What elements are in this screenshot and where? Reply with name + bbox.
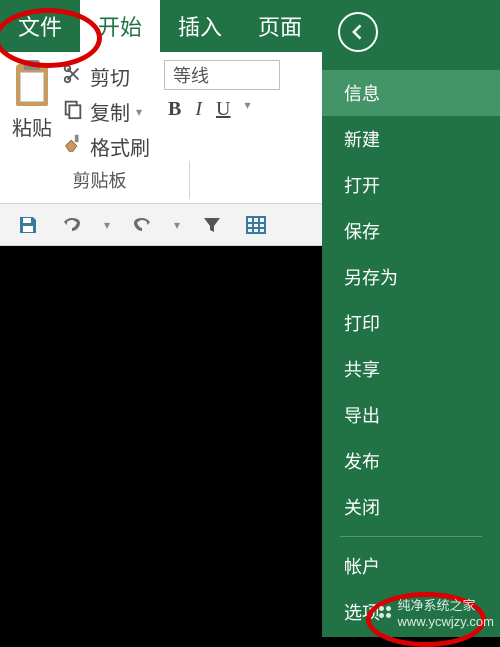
file-menu: 信息 新建 打开 保存 另存为 打印 共享 导出 发布 关闭 帐户 选项 bbox=[322, 0, 500, 637]
scissors-icon bbox=[62, 63, 84, 91]
quick-access-toolbar: ▾ ▾ bbox=[0, 204, 322, 246]
menu-save[interactable]: 保存 bbox=[322, 208, 500, 254]
copy-icon bbox=[62, 98, 84, 126]
watermark-url: www.ycwjzy.com bbox=[397, 614, 494, 629]
table-button[interactable] bbox=[244, 213, 268, 237]
dropdown-icon[interactable]: ▾ bbox=[174, 218, 180, 232]
brush-icon bbox=[62, 133, 84, 161]
watermark-title: 纯净系统之家 bbox=[397, 595, 494, 614]
menu-saveas[interactable]: 另存为 bbox=[322, 254, 500, 300]
dropdown-icon[interactable]: ▾ bbox=[104, 218, 110, 232]
format-painter-label: 格式刷 bbox=[90, 132, 150, 161]
redo-button[interactable] bbox=[130, 213, 154, 237]
back-button[interactable] bbox=[338, 12, 378, 52]
copy-label: 复制 bbox=[90, 97, 130, 126]
menu-info[interactable]: 信息 bbox=[322, 70, 500, 116]
paw-icon bbox=[379, 606, 391, 618]
format-painter-button[interactable]: 格式刷 bbox=[62, 132, 150, 161]
clipboard-group-label: 剪贴板 bbox=[10, 161, 190, 199]
font-name-value: 等线 bbox=[173, 62, 209, 88]
ribbon: 粘贴 剪切 复制 ▾ bbox=[0, 52, 322, 204]
tab-insert[interactable]: 插入 bbox=[160, 0, 240, 52]
font-group: 等线 B I U ▾ bbox=[158, 60, 280, 161]
clipboard-actions: 剪切 复制 ▾ 格式刷 bbox=[62, 60, 150, 161]
ribbon-area: 文件 开始 插入 页面 粘贴 剪切 bbox=[0, 0, 322, 246]
tab-page[interactable]: 页面 bbox=[240, 0, 320, 52]
menu-new[interactable]: 新建 bbox=[322, 116, 500, 162]
tab-home[interactable]: 开始 bbox=[80, 0, 160, 52]
tabs-row: 文件 开始 插入 页面 bbox=[0, 0, 322, 52]
menu-close[interactable]: 关闭 bbox=[322, 484, 500, 530]
font-name-select[interactable]: 等线 bbox=[164, 60, 280, 90]
menu-print[interactable]: 打印 bbox=[322, 300, 500, 346]
menu-share[interactable]: 共享 bbox=[322, 346, 500, 392]
copy-button[interactable]: 复制 ▾ bbox=[62, 97, 150, 126]
underline-button[interactable]: U bbox=[216, 98, 230, 121]
undo-button[interactable] bbox=[60, 213, 84, 237]
tab-file[interactable]: 文件 bbox=[0, 0, 80, 52]
paste-group: 粘贴 bbox=[10, 60, 54, 161]
menu-publish[interactable]: 发布 bbox=[322, 438, 500, 484]
menu-account[interactable]: 帐户 bbox=[322, 543, 500, 589]
dropdown-icon: ▾ bbox=[136, 105, 142, 119]
italic-button[interactable]: I bbox=[195, 98, 202, 121]
cut-label: 剪切 bbox=[90, 62, 130, 91]
dropdown-icon: ▾ bbox=[244, 98, 250, 121]
paste-label: 粘贴 bbox=[12, 112, 52, 141]
menu-export[interactable]: 导出 bbox=[322, 392, 500, 438]
watermark: 纯净系统之家 www.ycwjzy.com bbox=[379, 595, 494, 629]
bold-button[interactable]: B bbox=[168, 98, 181, 121]
menu-divider bbox=[340, 536, 482, 537]
menu-open[interactable]: 打开 bbox=[322, 162, 500, 208]
save-button[interactable] bbox=[16, 213, 40, 237]
filter-button[interactable] bbox=[200, 213, 224, 237]
cut-button[interactable]: 剪切 bbox=[62, 62, 150, 91]
paste-icon[interactable] bbox=[10, 60, 54, 110]
